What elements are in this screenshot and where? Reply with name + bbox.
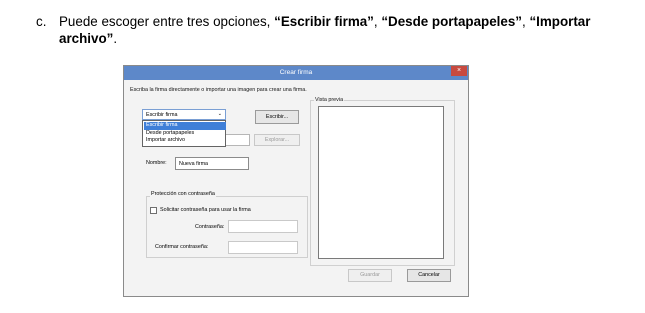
dropdown-option-desde-portapapeles[interactable]: Desde portapapeles — [144, 130, 226, 138]
close-icon: × — [456, 67, 462, 74]
source-select[interactable]: Escribir firma ⌄ — [142, 109, 226, 120]
cancel-button[interactable]: Cancelar — [407, 269, 451, 282]
option-desde-portapapeles: “Desde portapapeles” — [381, 14, 522, 29]
doc-period: . — [113, 31, 118, 46]
require-password-checkbox[interactable] — [150, 207, 157, 214]
write-button[interactable]: Escribir... — [255, 110, 299, 124]
dialog-title: Crear firma — [279, 69, 313, 76]
close-button[interactable]: × — [451, 66, 467, 76]
preview-area — [318, 106, 444, 259]
dropdown-option-escribir-firma[interactable]: Escribir firma — [144, 122, 226, 130]
name-field[interactable]: Nueva firma — [175, 157, 249, 170]
source-select-value: Escribir firma — [146, 112, 178, 118]
password-protection-title: Protección con contraseña — [150, 191, 216, 197]
crear-firma-dialog: Crear firma × Escriba la firma directame… — [123, 65, 469, 297]
option-escribir-firma: “Escribir firma” — [274, 14, 374, 29]
require-password-label: Solicitar contraseña para usar la firma — [160, 207, 251, 213]
password-field[interactable] — [228, 220, 298, 233]
name-field-value: Nueva firma — [179, 161, 209, 167]
confirm-password-field[interactable] — [228, 241, 298, 254]
instruction-text: Escriba la firma directamente o importar… — [130, 87, 307, 93]
password-label: Contraseña: — [195, 224, 225, 230]
name-label: Nombre: — [146, 160, 167, 166]
chevron-down-icon: ⌄ — [217, 111, 222, 117]
save-button[interactable]: Guardar — [348, 269, 392, 282]
dialog-titlebar: Crear firma × — [124, 66, 468, 80]
list-marker: c. — [36, 14, 47, 29]
confirm-password-label: Confirmar contraseña: — [155, 244, 209, 250]
source-dropdown-list: Escribir firma Desde portapapeles Import… — [142, 120, 226, 147]
file-path-field[interactable] — [226, 134, 250, 146]
dropdown-option-importar-archivo[interactable]: Importar archivo — [144, 137, 226, 145]
browse-button[interactable]: Explorar... — [254, 134, 300, 146]
doc-paragraph: Puede escoger entre tres opciones, “Escr… — [59, 13, 629, 47]
preview-label: Vista previa — [314, 97, 345, 103]
doc-text-intro: Puede escoger entre tres opciones, — [59, 14, 275, 29]
